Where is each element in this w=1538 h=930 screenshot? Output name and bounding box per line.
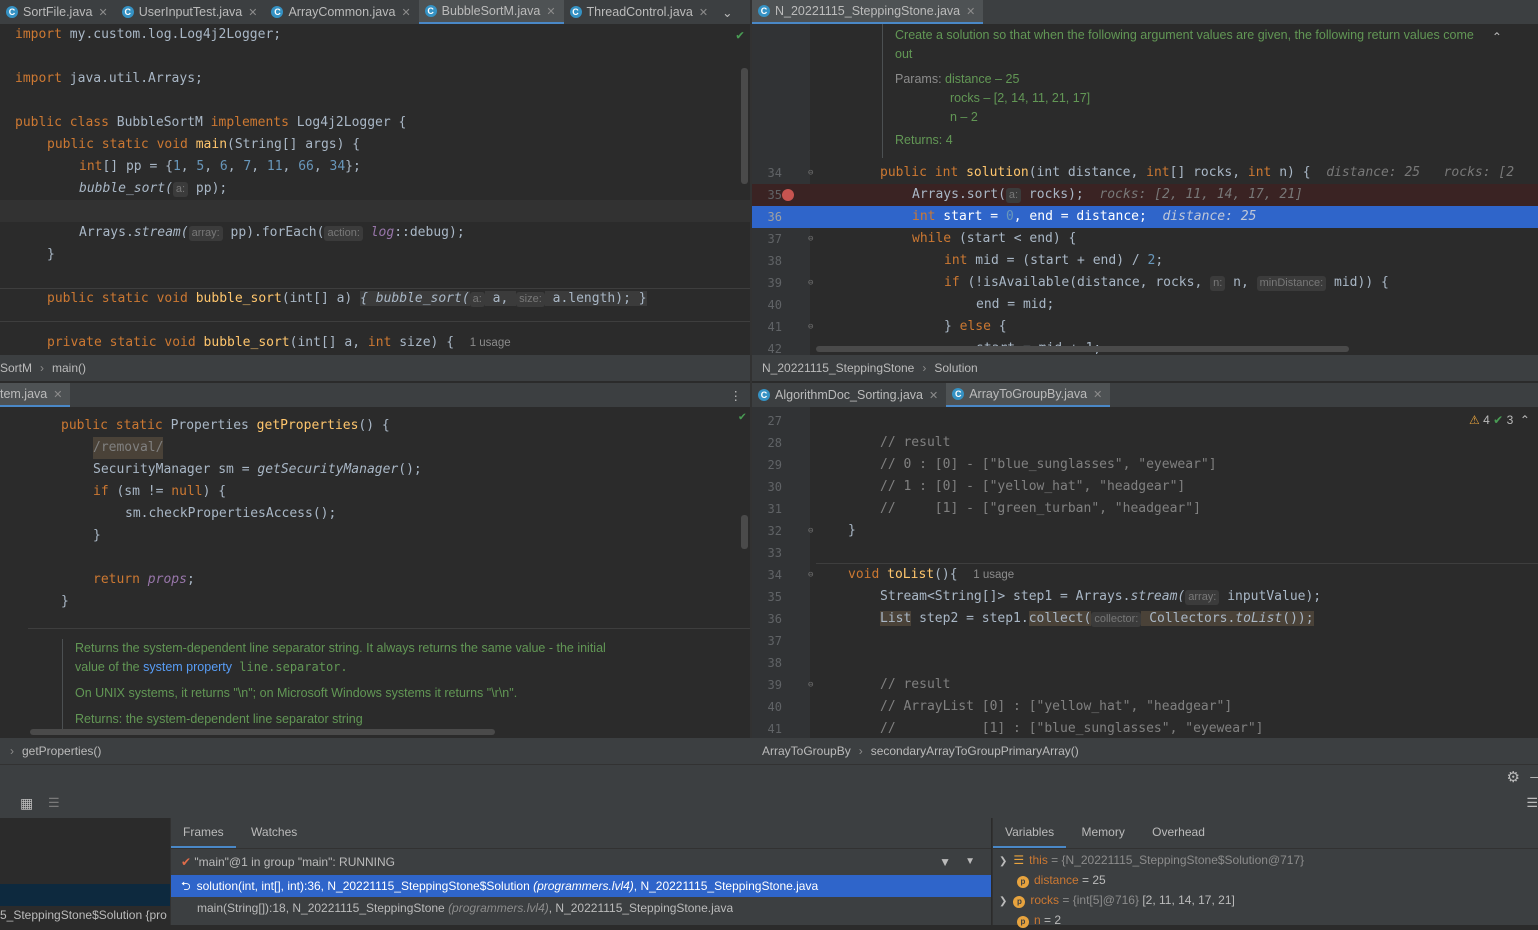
breakpoint-icon[interactable]: [782, 189, 794, 201]
close-icon[interactable]: ✕: [699, 6, 708, 19]
top-right-tab-bar: C N_20221115_SteppingStone.java ✕: [752, 0, 1538, 25]
var-distance[interactable]: p distance = 25: [1017, 870, 1106, 890]
breadcrumb-bottom-right: ArrayToGroupBy › secondaryArrayToGroupPrim…: [752, 738, 1538, 764]
expand-arrow-icon: ❯: [999, 896, 1008, 907]
minimize-icon[interactable]: –: [1530, 768, 1538, 784]
bottom-right-editor[interactable]: ⚠ 4 ✔ 3 ⌃ 27 28// result 29// 0 : [0] - …: [752, 407, 1538, 738]
var-n[interactable]: pn = 2: [1017, 910, 1061, 930]
debug-tool-header: ⚙ –: [0, 764, 1538, 791]
tab-sortfile[interactable]: C SortFile.java ✕: [0, 0, 116, 24]
close-icon[interactable]: ✕: [929, 389, 938, 402]
class-icon: C: [758, 5, 770, 17]
layout-icon[interactable]: ☰: [48, 795, 60, 811]
tab-arraytogroupby[interactable]: C ArrayToGroupBy.java ✕: [946, 383, 1111, 407]
breadcrumb-method[interactable]: secondaryArrayToGroupPrimaryArray(): [871, 744, 1079, 758]
horizontal-scrollbar[interactable]: [816, 346, 1349, 352]
parameter-icon: p: [1017, 916, 1029, 928]
var-rocks[interactable]: ❯ p rocks = {int[5]@716} [2, 11, 14, 17, 2…: [999, 890, 1235, 912]
breadcrumb-class[interactable]: Solution: [934, 361, 977, 375]
more-options-icon[interactable]: ⋮: [724, 383, 751, 407]
thread-selector[interactable]: ✔ "main"@1 in group "main": RUNNING ▼ ▼: [181, 852, 981, 872]
doc-comment: Create a solution so that when the follo…: [882, 24, 1485, 158]
system-property-link[interactable]: system property: [143, 660, 232, 674]
parameter-icon: p: [1013, 896, 1026, 908]
chevron-down-icon[interactable]: ▼: [965, 852, 975, 872]
table-view-icon[interactable]: ▦: [20, 795, 33, 812]
tab-threadcontrol[interactable]: C ThreadControl.java ✕: [564, 0, 717, 24]
thread-running-icon: ✔: [181, 855, 192, 869]
class-icon: C: [121, 6, 134, 18]
close-icon[interactable]: ✕: [401, 6, 410, 19]
breadcrumb-method[interactable]: getProperties(): [22, 744, 101, 758]
close-icon[interactable]: ✕: [1093, 388, 1102, 401]
variables-panel: Variables Memory Overhead ❯ ☰ this = {N_20…: [992, 818, 1538, 928]
top-left-tab-bar: C SortFile.java ✕ C UserInputTest.java ✕ C Ar…: [0, 0, 750, 25]
breadcrumb-top-left: SortM › main(): [0, 355, 750, 381]
class-icon: C: [952, 388, 965, 400]
more-options-icon[interactable]: ⋮: [741, 0, 750, 24]
tab-overflow-chevron-icon[interactable]: ⌄: [716, 0, 740, 24]
return-arrow-icon: ⮌: [181, 879, 191, 893]
frame-row-selected[interactable]: ⮌ solution(int, int[], int):36, N_2022111…: [171, 875, 991, 897]
tab-algorithmdoc[interactable]: C AlgorithmDoc_Sorting.java ✕: [752, 383, 946, 407]
frame-row[interactable]: main(String[]):18, N_20221115_SteppingSt…: [197, 897, 733, 919]
settings-gear-icon[interactable]: ⚙: [1507, 768, 1520, 786]
breadcrumb-class[interactable]: ArrayToGroupBy: [762, 744, 851, 758]
bottom-left-editor[interactable]: ✔ public static Properties getProperties…: [0, 407, 750, 738]
tab-frames[interactable]: Frames: [171, 818, 236, 848]
frame-item[interactable]: 5_SteppingStone$Solution {pro: [0, 908, 167, 922]
breadcrumb-method[interactable]: main(): [52, 361, 86, 375]
tab-overhead[interactable]: Overhead: [1140, 818, 1217, 846]
tab-userinputtest[interactable]: C UserInputTest.java ✕: [116, 0, 266, 24]
close-icon[interactable]: ✕: [53, 388, 62, 401]
class-icon: C: [758, 389, 770, 401]
close-icon[interactable]: ✕: [966, 5, 975, 18]
bottom-right-tab-bar: C AlgorithmDoc_Sorting.java ✕ C ArrayToGrou…: [752, 383, 1538, 408]
filter-icon[interactable]: ▼: [939, 852, 951, 872]
usage-count[interactable]: 1 usage: [470, 337, 511, 349]
tab-system[interactable]: tem.java ✕: [0, 383, 71, 407]
tab-watches[interactable]: Watches: [239, 818, 309, 846]
close-icon[interactable]: ✕: [546, 5, 555, 18]
side-menu-icon[interactable]: ☰: [1526, 795, 1538, 811]
close-icon[interactable]: ✕: [248, 6, 257, 19]
debug-toolbar: ▦ ☰ ☰: [0, 790, 1538, 818]
tab-variables[interactable]: Variables: [993, 818, 1067, 848]
tab-arraycommon[interactable]: C ArrayCommon.java ✕: [265, 0, 418, 24]
class-icon: C: [271, 6, 284, 18]
class-icon: C: [6, 6, 18, 18]
tab-steppingstone[interactable]: C N_20221115_SteppingStone.java ✕: [752, 0, 984, 24]
javadoc-popup: Returns the system-dependent line separa…: [62, 639, 715, 735]
class-icon: C: [569, 6, 582, 18]
top-left-editor[interactable]: ✔ import my.custom.log.Log4j2Logger; imp…: [0, 24, 750, 355]
usage-count[interactable]: 1 usage: [973, 569, 1014, 581]
bottom-left-tab-bar: tem.java ✕ ⋮: [0, 383, 750, 408]
breadcrumb-bottom-left: › getProperties(): [0, 738, 760, 764]
field-icon: ☰: [1013, 853, 1025, 867]
parameter-icon: p: [1017, 876, 1029, 888]
var-this[interactable]: ❯ ☰ this = {N_20221115_SteppingStone$Solut…: [999, 850, 1304, 872]
expand-arrow-icon: ❯: [999, 856, 1008, 867]
top-right-editor[interactable]: ⚠ 9 ⌃ Create a solution so that when the…: [752, 24, 1538, 355]
class-icon: C: [424, 5, 437, 17]
debug-left-strip: 5_SteppingStone$Solution {pro: [0, 818, 171, 925]
tab-bubblesortm[interactable]: C BubbleSortM.java ✕: [418, 0, 564, 24]
horizontal-scrollbar[interactable]: [30, 729, 495, 735]
tab-memory[interactable]: Memory: [1069, 818, 1136, 846]
frames-panel: Frames Watches ✔ "main"@1 in group "main…: [171, 818, 991, 925]
breadcrumb-class[interactable]: SortM: [0, 361, 32, 375]
breadcrumb-top-right: N_20221115_SteppingStone › Solution: [752, 355, 1538, 381]
close-icon[interactable]: ✕: [98, 6, 107, 19]
breadcrumb-file[interactable]: N_20221115_SteppingStone: [762, 361, 914, 375]
